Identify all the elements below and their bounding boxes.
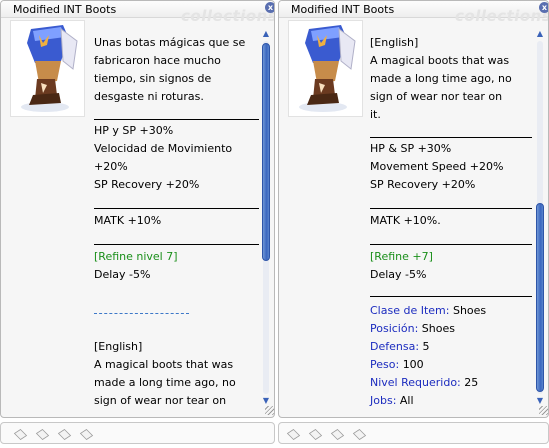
refine-line: [Refine nivel 7] [94,250,178,263]
info-value: 100 [402,358,424,371]
window-titlebar[interactable]: Modified INT Boots collections x [279,1,548,25]
info-label: Jobs [370,394,393,407]
info-label: Nivel Requerido [370,376,458,389]
description-line: desgaste ni roturas. [94,90,204,103]
divider [94,244,259,245]
divider [370,137,532,138]
card-slot-icon [286,429,301,440]
boots-item-icon [299,25,356,112]
window-title: Modified INT Boots [291,3,395,16]
info-label: Defensa [370,340,416,353]
card-slot-icon [57,429,72,440]
card-slot-icon [35,429,50,440]
description-line: Unas botas mágicas que se [94,36,246,49]
scroll-thumb[interactable] [262,43,270,261]
card-slot-icon [330,429,345,440]
dashed-divider [94,313,189,314]
close-icon[interactable]: x [265,2,274,13]
description-line: made a long time ago, no [370,72,512,85]
window-title: Modified INT Boots [13,3,117,16]
info-value: Shoes [452,304,487,317]
resize-grip-icon[interactable] [539,406,548,415]
resize-grip-icon[interactable] [265,406,274,415]
card-slot-icon [13,429,28,440]
info-row: Nivel Requerido: 25 [370,374,478,392]
info-value: 5 [422,340,430,353]
info-row: Peso: 100 [370,356,424,374]
english-header: [English] [94,340,143,353]
info-row: Defensa: 5 [370,338,430,356]
info-separator: : [445,304,453,317]
card-slot-icon [79,429,94,440]
info-separator: : [395,358,403,371]
item-description-window-left: Modified INT Boots collections x Unas bo… [0,0,275,418]
divider [370,208,532,209]
info-row: Clase de Item: Shoes [370,302,486,320]
stat-line: +20% [94,160,128,173]
stat-line: HP & SP +30% [370,142,452,155]
divider [94,119,259,120]
matk-line: MATK +10% [94,214,162,227]
stat-line: HP y SP +30% [94,124,174,137]
matk-line: MATK +10%. [370,214,441,227]
info-separator: : [415,340,423,353]
item-image [288,20,363,117]
scroll-down-icon[interactable]: ▼ [534,396,546,406]
info-row: Posición: Shoes [370,320,455,338]
card-slot-bar-left [0,422,275,444]
divider [94,208,259,209]
item-description-window-right: Modified INT Boots collections x [Englis… [278,0,549,418]
refine-line: [Refine +7] [370,250,433,263]
info-value: Shoes [421,322,455,335]
window-titlebar[interactable]: Modified INT Boots collections x [1,1,274,25]
info-value: 25 [464,376,479,389]
english-line: A magical boots that was [94,358,234,371]
scrollbar[interactable]: ▲ ▼ [534,29,546,406]
info-row: Jobs: All [370,392,414,410]
card-slot-icon [308,429,323,440]
divider [370,244,532,245]
description-line: fabricaron hace mucho [94,54,221,67]
info-label: Posición [370,322,415,335]
description-line: it. [370,108,381,121]
english-line: made a long time ago, no [94,376,236,389]
description-line: sign of wear nor tear on [370,90,503,103]
scroll-down-icon[interactable]: ▼ [260,396,272,406]
info-label: Clase de Item [370,304,446,317]
card-slot-bar-right [278,422,549,444]
description-line: A magical boots that was [370,54,510,67]
info-separator: : [392,394,400,407]
info-separator: : [414,322,422,335]
divider [370,296,532,297]
info-value: All [399,394,414,407]
description-line: [English] [370,36,419,49]
card-slot-icon [352,429,367,440]
info-label: Peso [370,358,396,371]
close-icon[interactable]: x [539,2,548,13]
description-line: tiempo, sin signos de [94,72,212,85]
stat-line: Velocidad de Movimiento [94,142,233,155]
stat-line: Movement Speed +20% [370,160,504,173]
boots-item-icon [21,25,78,112]
english-line: sign of wear nor tear on [94,394,227,407]
scroll-up-icon[interactable]: ▲ [260,29,272,39]
delay-line: Delay -5% [370,268,427,281]
scroll-thumb[interactable] [536,203,544,392]
scroll-up-icon[interactable]: ▲ [534,29,546,39]
stat-line: SP Recovery +20% [370,178,476,191]
scrollbar[interactable]: ▲ ▼ [260,29,272,406]
stat-line: SP Recovery +20% [94,178,200,191]
delay-line: Delay -5% [94,268,151,281]
item-image [10,20,85,117]
